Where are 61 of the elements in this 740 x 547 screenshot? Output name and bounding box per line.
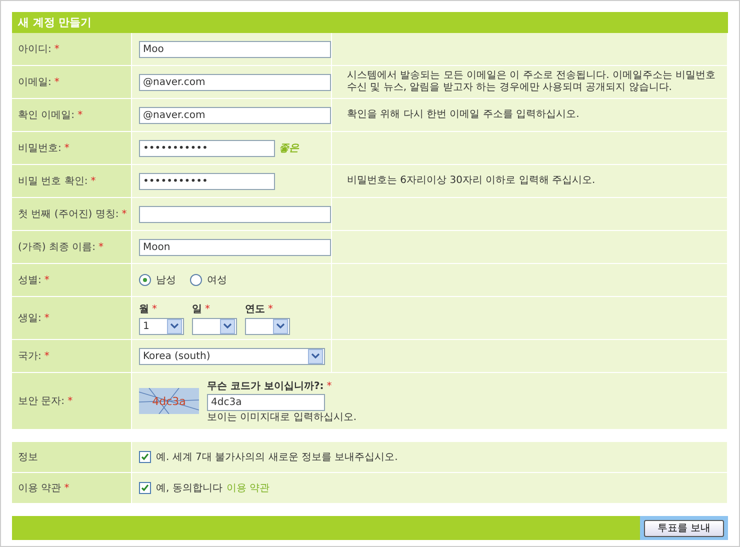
checkbox-label: 예. 세계 7대 불가사의의 새로운 정보를 보내주십시오. [156, 451, 398, 464]
field-label: 확인 이메일: [18, 109, 75, 122]
field-label: 보안 문자: [18, 395, 65, 408]
password-field[interactable]: ••••••••••• [139, 140, 275, 156]
checkbox[interactable] [139, 451, 151, 463]
radio-option[interactable]: 남성 [139, 273, 176, 287]
dropdown[interactable] [192, 318, 237, 334]
password-field[interactable]: ••••••••••• [139, 172, 275, 190]
password-strength: 좋은 [279, 142, 299, 155]
radio-option[interactable]: 여성 [190, 273, 227, 287]
field-label: 비밀 번호 확인: [18, 175, 88, 188]
checkbox[interactable] [139, 482, 151, 494]
date-part-label: 연도 [245, 304, 265, 314]
field-label: 첫 번째 (주어진) 명칭: [18, 208, 119, 221]
check-icon [141, 484, 149, 492]
checkbox-label: 예, 동의합니다 [156, 482, 222, 495]
required-mark: * [268, 304, 273, 314]
captcha-question: 무슨 코드가 보이십니까?: [207, 380, 324, 392]
dropdown[interactable]: 1 [139, 318, 184, 334]
required-mark: * [90, 176, 96, 186]
required-mark: * [122, 208, 127, 220]
date-part-label: 일 [192, 304, 202, 314]
dropdown[interactable]: Korea (south) [139, 348, 325, 364]
date-part-label: 월 [139, 304, 149, 314]
field-hint: 비밀번호는 6자리이상 30자리 이하로 입력해 주십시오. [346, 175, 596, 187]
required-mark: * [64, 482, 70, 494]
captcha-note: 보이는 이미지대로 입력하십시오. [207, 412, 357, 424]
input-field[interactable] [139, 206, 331, 222]
dropdown[interactable] [245, 318, 290, 334]
required-mark: * [44, 312, 50, 324]
field-label: 생일: [18, 312, 42, 325]
input-field[interactable]: Moon [139, 238, 331, 256]
required-mark: * [326, 380, 332, 392]
required-mark: * [54, 76, 60, 88]
required-mark: * [98, 242, 104, 252]
field-hint: 확인을 위해 다시 한번 이메일 주소를 입력하십시오. [346, 109, 580, 121]
required-mark: * [44, 350, 50, 362]
field-label: 이메일: [18, 76, 52, 89]
input-field[interactable]: Moo [139, 40, 331, 58]
required-mark: * [44, 274, 50, 286]
captcha-image: 4dc3a [139, 388, 199, 414]
submit-button[interactable]: 투표를 보내 [644, 520, 724, 536]
required-mark: * [152, 304, 157, 314]
input-field[interactable]: @naver.com [139, 74, 331, 90]
field-label: 이용 약관 [18, 482, 62, 495]
field-label: 성별: [18, 274, 42, 287]
check-icon [141, 453, 149, 461]
input-field[interactable]: 4dc3a [207, 394, 325, 410]
required-mark: * [54, 44, 60, 54]
required-mark: * [205, 304, 210, 314]
required-mark: * [68, 396, 73, 406]
form-title: 새 계정 만들기 [12, 12, 728, 33]
required-mark: * [78, 110, 83, 120]
field-label: 국가: [18, 350, 42, 363]
required-mark: * [64, 142, 70, 154]
field-label: 비밀번호: [18, 142, 62, 155]
field-label: 정보 [18, 451, 38, 464]
field-hint: 시스템에서 발송되는 모든 이메일은 이 주소로 전송됩니다. 이메일주소는 비밀번호수신 및 뉴스, 알림을 받고자 하는 경우에만 사용되며 공개되지 않습니다. [346, 70, 717, 94]
field-label: (가족) 최종 이름: [18, 241, 96, 254]
field-label: 아이디: [18, 43, 52, 56]
input-field[interactable]: @naver.com [139, 106, 331, 124]
